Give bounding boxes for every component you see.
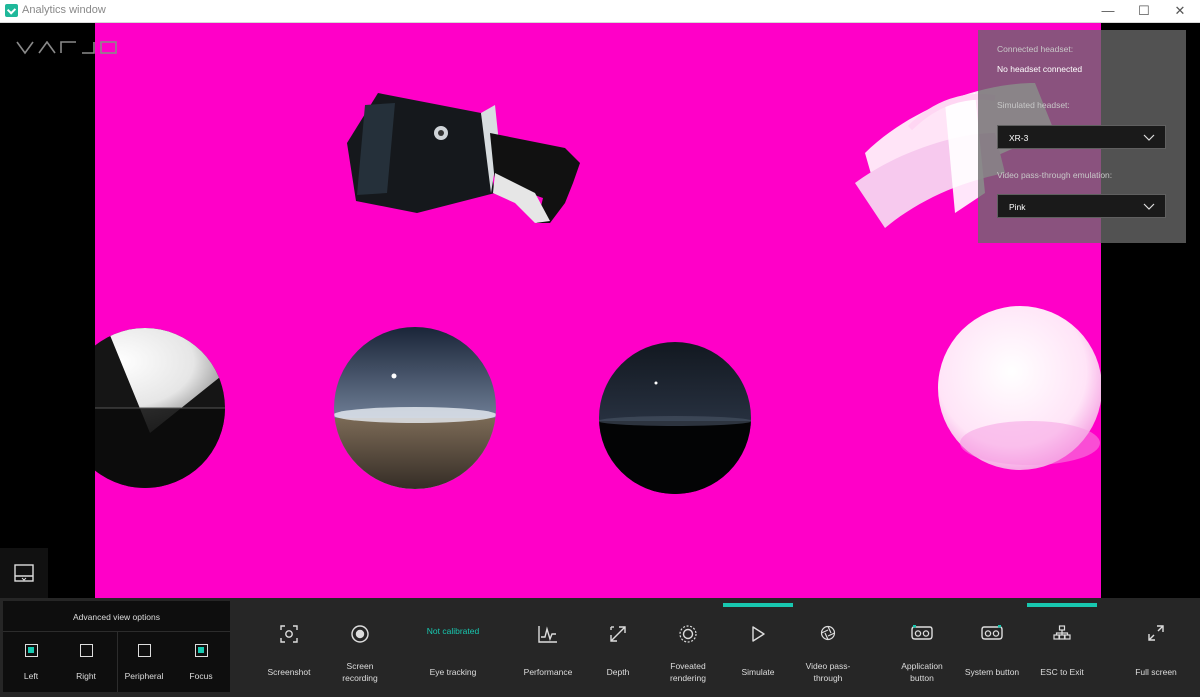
foveated-label-line1: Foveated	[670, 661, 706, 671]
simulated-headset-select[interactable]: XR-3	[997, 125, 1166, 149]
eye-tracking-status: Not calibrated	[426, 626, 480, 636]
active-indicator	[723, 603, 793, 607]
performance-label: Performance	[523, 667, 573, 677]
simulated-headset-label: Simulated headset:	[997, 100, 1070, 110]
advanced-view-options-title: Advanced view options	[73, 612, 160, 622]
bottom-toolbar: Advanced view options Left Right Periphe…	[0, 598, 1200, 697]
close-button[interactable]: ✕	[1160, 0, 1200, 22]
scene-viewport[interactable]	[95, 23, 1101, 598]
chevron-down-icon	[1143, 134, 1155, 141]
performance-button[interactable]: Performance	[513, 598, 583, 697]
screenshot-label: Screenshot	[267, 667, 311, 677]
depth-label: Depth	[606, 667, 630, 677]
screen-recording-label-line1: Screen	[346, 661, 374, 671]
advanced-view-options-panel: Advanced view options Left Right Periphe…	[3, 601, 230, 692]
advanced-view-toggle-button[interactable]	[0, 548, 48, 598]
title-bar: Analytics window — ☐ ✕	[0, 0, 1200, 23]
full-screen-button[interactable]: Full screen	[1121, 598, 1191, 697]
simulated-headset-value: XR-3	[1009, 133, 1029, 143]
view-option-left[interactable]: Left	[3, 644, 59, 688]
expand-icon	[1148, 625, 1164, 641]
screen-recording-label-line2: recording	[342, 673, 378, 683]
system-button-label: System button	[964, 667, 1020, 677]
full-screen-label: Full screen	[1135, 667, 1177, 677]
connected-headset-label: Connected headset:	[997, 44, 1074, 54]
passthrough-emulation-select[interactable]: Pink	[997, 194, 1166, 218]
left-margin	[0, 23, 95, 598]
video-passthrough-button[interactable]: Video pass- through	[793, 598, 863, 697]
sphere-dark	[599, 342, 751, 494]
view-option-label: Focus	[189, 671, 213, 681]
depth-button[interactable]: Depth	[583, 598, 653, 697]
application-button[interactable]: Application button	[887, 598, 957, 697]
headset-model	[347, 93, 580, 223]
view-option-peripheral[interactable]: Peripheral	[116, 644, 172, 688]
headset-system-icon	[981, 625, 1003, 640]
sphere-white-dark	[95, 328, 225, 488]
chevron-down-icon	[1143, 203, 1155, 210]
varjo-logo	[16, 41, 117, 55]
simulate-button[interactable]: Simulate	[723, 598, 793, 697]
esc-to-exit-button[interactable]: ESC to Exit	[1027, 598, 1097, 697]
video-passthrough-label-line1: Video pass-	[805, 661, 851, 671]
screenshot-icon	[280, 625, 298, 643]
view-option-label: Right	[76, 671, 96, 681]
view-option-label: Left	[23, 671, 39, 681]
app-icon	[5, 4, 18, 17]
right-checkbox[interactable]	[79, 644, 93, 657]
eye-tracking-label: Eye tracking	[429, 667, 477, 677]
screen-recording-button[interactable]: Screen recording	[325, 598, 395, 697]
hierarchy-icon	[1053, 625, 1071, 640]
window-title: Analytics window	[22, 4, 106, 16]
sphere-pink	[938, 306, 1101, 470]
play-icon	[752, 626, 765, 642]
headset-app-icon	[911, 625, 933, 640]
connected-headset-value: No headset connected	[997, 64, 1083, 74]
minimize-button[interactable]: —	[1088, 0, 1128, 22]
passthrough-emulation-label: Video pass-through emulation:	[997, 170, 1113, 180]
foveated-rendering-icon	[679, 625, 697, 643]
maximize-button[interactable]: ☐	[1124, 0, 1164, 22]
screenshot-button[interactable]: Screenshot	[254, 598, 324, 697]
simulate-label: Simulate	[741, 667, 775, 677]
foveated-label-line2: rendering	[670, 673, 706, 683]
headset-settings-panel: Connected headset: No headset connected …	[978, 30, 1186, 243]
view-option-focus[interactable]: Focus	[173, 644, 229, 688]
application-button-label-line1: Application	[901, 661, 943, 671]
video-passthrough-label-line2: through	[813, 673, 843, 683]
record-icon	[351, 625, 369, 643]
focus-checkbox[interactable]	[194, 644, 208, 657]
esc-to-exit-label: ESC to Exit	[1040, 667, 1084, 677]
depth-icon	[610, 626, 626, 642]
system-button[interactable]: System button	[957, 598, 1027, 697]
application-button-label-line2: button	[910, 673, 934, 683]
scene-render	[95, 83, 1101, 494]
panel-collapse-icon	[14, 564, 34, 582]
foveated-rendering-button[interactable]: Foveated rendering	[653, 598, 723, 697]
performance-graph-icon	[538, 626, 557, 643]
camera-aperture-icon	[820, 625, 836, 641]
sphere-sky	[334, 327, 496, 489]
view-option-right[interactable]: Right	[58, 644, 114, 688]
eye-tracking-button[interactable]: Not calibrated Eye tracking	[418, 598, 488, 697]
view-option-label: Peripheral	[124, 671, 164, 681]
peripheral-checkbox[interactable]	[137, 644, 151, 657]
passthrough-emulation-value: Pink	[1009, 202, 1026, 212]
active-indicator	[1027, 603, 1097, 607]
left-checkbox[interactable]	[24, 644, 38, 657]
